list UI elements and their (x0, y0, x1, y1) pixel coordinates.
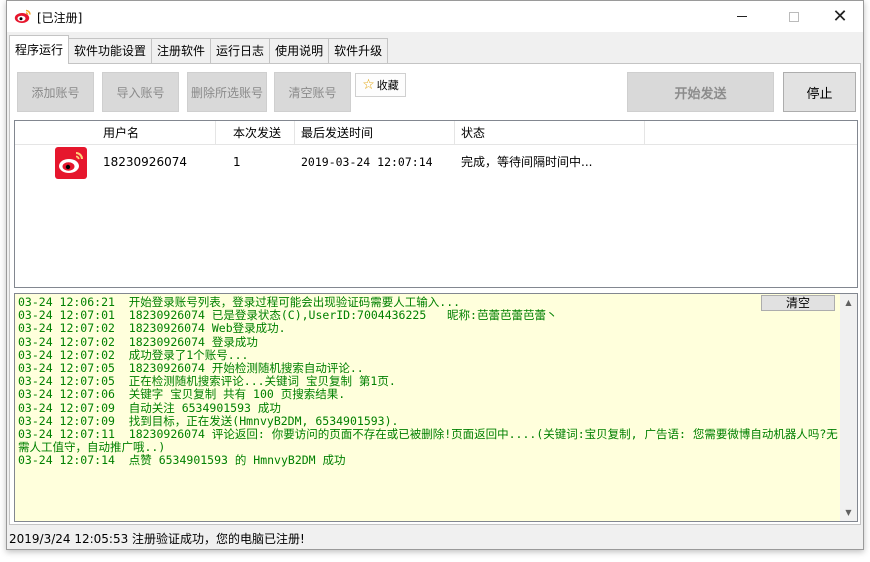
add-account-button[interactable]: 添加账号 (17, 72, 94, 112)
status-bar: 2019/3/24 12:05:53 注册验证成功，您的电脑已注册! (7, 529, 863, 549)
log-line: 03-24 12:07:09 自动关注 6534901593 成功 (18, 400, 281, 415)
tab-run-log[interactable]: 运行日志 (210, 38, 271, 64)
minimize-button[interactable] (719, 1, 765, 32)
scroll-down-icon[interactable]: ▼ (840, 504, 857, 521)
maximize-button[interactable] (771, 1, 817, 32)
clear-accounts-button[interactable]: 清空账号 (274, 72, 351, 112)
column-header-last-time[interactable]: 最后发送时间 (295, 121, 455, 145)
weibo-logo-icon (14, 9, 31, 23)
window-title: [已注册] (37, 11, 83, 25)
cell-status: 完成，等待间隔时间中... (461, 155, 593, 169)
log-line: 03-24 12:07:02 18230926074 Web登录成功. (18, 321, 286, 336)
tab-page-run: 添加账号 导入账号 删除所选账号 清空账号 ☆ 收藏 开始发送 停止 用户名 本… (9, 63, 861, 525)
tab-bar: 程序运行 软件功能设置 注册软件 运行日志 使用说明 软件升级 (9, 35, 389, 64)
title-bar[interactable]: [已注册] ✕ (7, 1, 863, 32)
cell-username: 18230926074 (103, 155, 187, 169)
log-line: 03-24 12:07:14 点赞 6534901593 的 HmnvyB2DM… (18, 453, 346, 468)
star-icon: ☆ (362, 77, 375, 93)
desktop-background-bottom (6, 550, 864, 562)
column-header-sent[interactable]: 本次发送 (227, 121, 295, 145)
log-line: 03-24 12:07:11 18230926074 评论返回: 你要访问的页面… (18, 427, 838, 455)
maximize-icon (789, 11, 799, 22)
column-header-username[interactable]: 用户名 (97, 121, 216, 145)
start-send-button[interactable]: 开始发送 (627, 72, 774, 112)
app-window: [已注册] ✕ 程序运行 软件功能设置 注册软件 运行日志 使用说明 软件升级 … (6, 0, 864, 550)
clear-log-button[interactable]: 清空 (761, 295, 835, 311)
table-row[interactable]: 18230926074 1 2019-03-24 12:07:14 完成，等待间… (15, 147, 857, 179)
column-header-status[interactable]: 状态 (455, 121, 645, 145)
tab-settings[interactable]: 软件功能设置 (68, 38, 153, 64)
favorite-label: 收藏 (376, 79, 399, 92)
close-button[interactable]: ✕ (817, 1, 863, 32)
tab-instructions[interactable]: 使用说明 (269, 38, 330, 64)
close-icon: ✕ (832, 6, 848, 27)
log-lines: 03-24 12:06:21 开始登录账号列表，登录过程可能会出现验证码需要人工… (18, 295, 840, 468)
screen: [已注册] ✕ 程序运行 软件功能设置 注册软件 运行日志 使用说明 软件升级 … (0, 0, 870, 562)
tab-upgrade[interactable]: 软件升级 (328, 38, 389, 64)
log-scrollbar[interactable]: ▲ ▼ (840, 294, 857, 521)
log-panel[interactable]: 03-24 12:06:21 开始登录账号列表，登录过程可能会出现验证码需要人工… (14, 293, 858, 522)
cell-sent: 1 (233, 155, 241, 169)
tab-run[interactable]: 程序运行 (9, 35, 70, 64)
log-line: 03-24 12:07:06 关键字 宝贝复制 共有 100 页搜索结果. (18, 387, 346, 402)
delete-selected-button[interactable]: 删除所选账号 (187, 72, 267, 112)
minimize-icon (737, 16, 747, 17)
account-list-header: 用户名 本次发送 最后发送时间 状态 (15, 121, 857, 145)
column-header-icon[interactable] (15, 121, 97, 145)
account-list[interactable]: 用户名 本次发送 最后发送时间 状态 18230926074 1 2019-03… (14, 120, 858, 288)
stop-button[interactable]: 停止 (783, 72, 856, 112)
log-line: 03-24 12:07:02 18230926074 登录成功 (18, 334, 258, 349)
scroll-up-icon[interactable]: ▲ (840, 294, 857, 311)
favorite-button[interactable]: ☆ 收藏 (355, 73, 406, 97)
cell-last-time: 2019-03-24 12:07:14 (301, 155, 433, 169)
import-account-button[interactable]: 导入账号 (102, 72, 179, 112)
tab-register[interactable]: 注册软件 (151, 38, 212, 64)
weibo-icon (55, 147, 87, 179)
